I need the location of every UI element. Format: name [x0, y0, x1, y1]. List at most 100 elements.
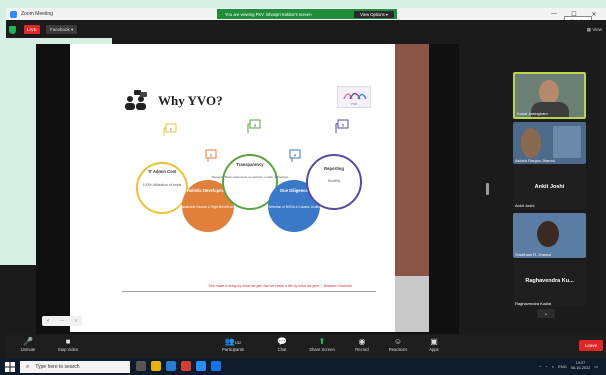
participant-tile[interactable]: Ashish Ranjan Jhamol [513, 122, 586, 164]
circle-5-body: Monthly [328, 179, 341, 183]
view-options-button[interactable]: View Options ▾ [354, 10, 394, 18]
meeting-top-strip [6, 20, 606, 38]
chat-bubble-icon: 💬 [277, 337, 287, 346]
file-explorer-icon[interactable] [151, 361, 161, 371]
participant-big-name: Raghavendra Ku... [525, 278, 574, 284]
participant-background [553, 126, 581, 158]
reactions-label: Reactions [388, 347, 408, 352]
participant-name: Ashish Ranjan Jhamol [515, 158, 555, 163]
people-question-icon [125, 90, 147, 110]
participants-count: 152 [234, 340, 242, 345]
circle-2-body: Sustainable Causes & Right Beneficiaries [179, 205, 238, 209]
slide-divider [122, 291, 376, 292]
prev-slide-icon[interactable]: ‹ [47, 318, 49, 324]
participants-icon: 👥152 [224, 337, 242, 346]
unmute-label: Unmute [20, 347, 36, 352]
logo-mark-icon [343, 92, 367, 100]
participant-name: Shubham R. Jhamol [515, 252, 552, 257]
record-label: Record [355, 347, 369, 352]
facebook-stream-button[interactable]: Facebook ▾ [46, 25, 78, 34]
task-view-icon[interactable] [136, 361, 146, 371]
circle-1-body: 100% Utilization of funds [143, 183, 182, 187]
language-indicator[interactable]: ENG [558, 364, 567, 369]
zoom-taskbar-icon[interactable] [196, 361, 206, 371]
scroll-down-button[interactable]: ⌄ [537, 309, 555, 318]
participant-tile[interactable]: Shubham R. Jhamol [513, 213, 586, 258]
tray-chevron-icon[interactable]: ^ [539, 364, 541, 369]
chrome-icon[interactable] [181, 361, 191, 371]
record-button[interactable]: ◉ Record [342, 336, 382, 352]
outlook-icon[interactable] [211, 361, 221, 371]
why-yvo-diagram: 1 '0' Admin Cost 100% Utilization of fun… [136, 119, 362, 232]
share-screen-icon: ⬆ [318, 337, 326, 346]
participant-name: Kunal Jasingham [517, 111, 548, 116]
circle-1-group: 1 '0' Admin Cost 100% Utilization of fun… [136, 123, 188, 214]
slide-quote: "We make a living by what we get; but we… [208, 284, 352, 288]
circle-4-title: Due Diligence [280, 188, 308, 193]
yvo-logo: YVO [337, 86, 371, 108]
apps-label: Apps [429, 347, 439, 352]
view-label: View [592, 27, 602, 32]
reactions-button[interactable]: ☺ Reactions [378, 336, 418, 352]
stop-video-button[interactable]: ■ Stop Video [48, 336, 88, 352]
screenshot-root: Zoom Meeting You are viewing PKV .Bhanpr… [0, 0, 606, 375]
record-icon: ◉ [358, 337, 366, 346]
participant-face [537, 221, 559, 247]
clock-date: 06-16-2022 [570, 366, 591, 370]
video-camera-icon: ■ [65, 337, 71, 346]
chevron-down-icon: ⌄ [543, 311, 549, 317]
notification-icon[interactable]: ▭ [594, 364, 598, 369]
slide-side-border [395, 44, 429, 276]
smiley-icon: ☺ [393, 337, 403, 346]
circle-3-title: Transparency [236, 162, 264, 167]
minimize-icon[interactable]: — [544, 9, 564, 19]
logo-text: YVO [350, 102, 358, 106]
microphone-muted-icon: 🎤 [23, 337, 33, 346]
taskbar-app-icons [136, 361, 221, 371]
unmute-button[interactable]: 🎤 Unmute [8, 336, 48, 352]
chat-label: Chat [277, 347, 287, 352]
panel-resize-handle[interactable] [486, 183, 489, 195]
share-screen-button[interactable]: ⬆ Share Screen [302, 336, 342, 352]
participants-label: Participants [222, 347, 244, 352]
background-strip [0, 0, 606, 8]
screen-share-banner: You are viewing PKV .Bhanpri Kakkar's sc… [217, 9, 397, 19]
search-icon: ⌕ [26, 363, 30, 370]
participant-big-name: Ankit Joshi [534, 184, 565, 190]
participant-tile[interactable]: Kunal Jasingham [513, 72, 586, 119]
system-tray: ^ ◔ ◖ ENG 19:07 06-16-2022 ▭ [539, 361, 598, 371]
next-slide-icon[interactable]: › [75, 318, 77, 324]
banner-message: You are viewing PKV .Bhanpri Kakkar's sc… [225, 11, 312, 17]
circle-5-group: 5 Reporting Monthly [306, 119, 362, 210]
participant-face [521, 128, 541, 158]
search-placeholder: Type here to search [35, 364, 80, 370]
participants-button[interactable]: 👥152 Participants [213, 336, 253, 352]
network-icon[interactable]: ◔ [545, 364, 547, 369]
participant-face [539, 80, 559, 104]
circle-5-title: Reporting [324, 166, 344, 171]
participant-name: Raghavendra Kudlai [515, 301, 552, 306]
live-badge[interactable]: LIVE [24, 25, 40, 34]
view-button[interactable]: ▦ View [587, 25, 602, 34]
clock[interactable]: 19:07 06-16-2022 [571, 361, 590, 371]
apps-icon: ▣ [430, 337, 438, 346]
circle-4-body: Selection of NGOs & Causes, Audits [268, 205, 320, 209]
slide-title: Why YVO? [158, 93, 223, 108]
edge-browser-icon[interactable] [166, 361, 176, 371]
apps-button[interactable]: ▣ Apps [414, 336, 454, 352]
windows-start-icon[interactable] [5, 362, 15, 372]
taskbar-search-input[interactable]: ⌕ Type here to search [20, 361, 130, 373]
circle-3-body: Receipts, Bank statements on website, em… [212, 175, 289, 179]
slide-nav-controls[interactable]: ‹ ⋯ › [42, 316, 82, 326]
stop-video-label: Stop Video [57, 347, 79, 352]
leave-button[interactable]: Leave [579, 340, 603, 351]
participant-name: Ankit Joshi [515, 203, 535, 208]
slide-menu-icon[interactable]: ⋯ [59, 318, 64, 324]
participant-tile[interactable]: Ankit Joshi Ankit Joshi [513, 164, 586, 209]
volume-icon[interactable]: ◖ [552, 364, 554, 369]
participant-tile[interactable]: Raghavendra Ku... Raghavendra Kudlai [513, 260, 586, 307]
security-shield-icon[interactable] [9, 26, 16, 34]
share-screen-label: Share Screen [309, 347, 335, 352]
chat-button[interactable]: 💬 Chat [262, 336, 302, 352]
zoom-app-icon [10, 10, 17, 18]
